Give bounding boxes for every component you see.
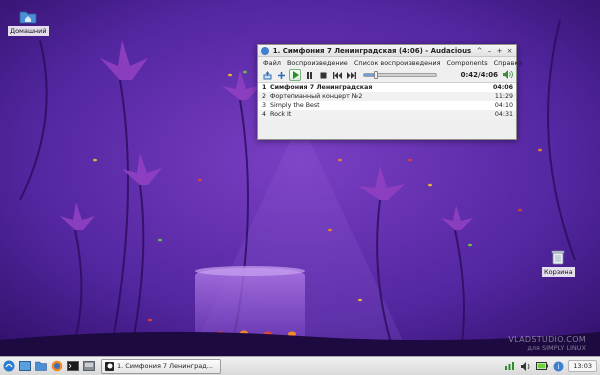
- previous-icon: [332, 71, 342, 79]
- time-display: 0:42/4:06: [460, 71, 498, 79]
- taskbar-clock[interactable]: 13:03: [568, 360, 597, 372]
- audacious-window: 1. Симфония 7 Ленинградская (4:06) - Aud…: [257, 44, 522, 140]
- track-title: Симфония 7 Ленинградская: [270, 84, 373, 91]
- launcher-browser[interactable]: [51, 360, 63, 372]
- next-icon: [346, 71, 356, 79]
- playlist-row[interactable]: 1 Симфония 7 Ленинградская 04:06: [258, 83, 516, 92]
- seek-slider[interactable]: [363, 71, 437, 79]
- launcher-show-desktop[interactable]: [19, 360, 31, 372]
- track-title: Rock It: [270, 111, 292, 118]
- playlist-row[interactable]: 2 Фортепианный концерт №2 11:29: [258, 92, 516, 101]
- track-title: Фортепианный концерт №2: [270, 93, 363, 100]
- open-files-button[interactable]: [261, 69, 273, 81]
- watermark-site: VLADSTUDIO.COM: [508, 335, 586, 344]
- track-length: 04:31: [494, 111, 513, 118]
- speaker-icon: [520, 361, 530, 371]
- playlist-row[interactable]: 3 Simply the Best 04:10: [258, 101, 516, 110]
- launcher-file-manager[interactable]: [35, 360, 47, 372]
- settings-icon: [83, 361, 95, 371]
- notifications-tray-icon[interactable]: i: [552, 360, 564, 372]
- open-files-icon: [263, 70, 271, 79]
- notification-icon: i: [553, 361, 564, 371]
- play-icon: [292, 71, 299, 79]
- desktop-icon-home[interactable]: Домашний: [8, 10, 49, 36]
- start-menu-icon: [3, 360, 15, 372]
- menu-components[interactable]: Components: [445, 59, 492, 67]
- network-tray-icon[interactable]: [504, 360, 516, 372]
- wallpaper-watermark: VLADSTUDIO.COM для SIMPLY LINUX: [508, 335, 586, 353]
- maximize-button[interactable]: +: [496, 46, 503, 56]
- stop-button[interactable]: [317, 69, 329, 81]
- menu-playback[interactable]: Воспроизведение: [285, 59, 352, 67]
- track-number: 2: [262, 93, 267, 100]
- launcher-terminal[interactable]: [67, 360, 79, 372]
- network-icon: [505, 362, 515, 370]
- battery-tray-icon[interactable]: [536, 360, 549, 372]
- folder-icon: [19, 11, 37, 24]
- audacious-task-icon: [105, 361, 114, 371]
- next-button[interactable]: [345, 69, 357, 81]
- track-length: 04:10: [494, 102, 513, 109]
- volume-button[interactable]: [503, 70, 513, 80]
- taskbar: 1. Симфония 7 Ленинград... i 13:03: [0, 356, 600, 375]
- battery-icon: [536, 362, 549, 370]
- terminal-icon: [67, 361, 79, 371]
- menu-help[interactable]: Справка: [492, 59, 527, 67]
- add-icon: [277, 71, 285, 79]
- window-titlebar[interactable]: 1. Симфония 7 Ленинградская (4:06) - Aud…: [258, 45, 516, 57]
- playlist: 1 Симфония 7 Ленинградская 04:06 2 Форте…: [258, 83, 516, 119]
- add-files-button[interactable]: [275, 69, 287, 81]
- desktop-icon-label: Корзина: [542, 267, 575, 277]
- menu-playlist[interactable]: Список воспроизведения: [352, 59, 445, 67]
- pause-button[interactable]: [303, 69, 315, 81]
- playlist-row[interactable]: 4 Rock It 04:31: [258, 110, 516, 119]
- minimize-button[interactable]: –: [486, 46, 493, 56]
- menu-file[interactable]: Файл: [261, 59, 285, 67]
- track-number: 4: [262, 111, 267, 118]
- svg-text:i: i: [557, 363, 559, 371]
- menubar: Файл Воспроизведение Список воспроизведе…: [258, 57, 522, 68]
- play-button[interactable]: [289, 69, 301, 81]
- task-label: 1. Симфония 7 Ленинград...: [117, 362, 213, 370]
- seek-handle[interactable]: [374, 71, 379, 79]
- track-title: Simply the Best: [270, 102, 320, 109]
- audacious-app-icon[interactable]: [261, 47, 269, 55]
- keep-above-button[interactable]: ^: [476, 46, 483, 56]
- start-menu-button[interactable]: [3, 360, 15, 372]
- stop-icon: [320, 72, 326, 78]
- track-number: 1: [262, 84, 267, 91]
- watermark-caption: для SIMPLY LINUX: [527, 344, 586, 352]
- launcher-settings[interactable]: [83, 360, 95, 372]
- volume-icon: [503, 70, 513, 79]
- trash-icon: [552, 250, 565, 265]
- close-button[interactable]: ×: [506, 46, 513, 56]
- volume-tray-icon[interactable]: [520, 360, 532, 372]
- browser-icon: [51, 360, 63, 372]
- previous-button[interactable]: [331, 69, 343, 81]
- player-toolbar: 0:42/4:06: [258, 68, 516, 83]
- track-length: 04:06: [492, 84, 513, 91]
- show-desktop-icon: [19, 361, 31, 371]
- track-number: 3: [262, 102, 267, 109]
- folder-icon: [35, 361, 47, 371]
- desktop-icon-label: Домашний: [8, 26, 49, 36]
- pause-icon: [306, 71, 312, 79]
- desktop-icon-trash[interactable]: Корзина: [542, 249, 575, 277]
- taskbar-audacious-task[interactable]: 1. Симфония 7 Ленинград...: [101, 358, 221, 374]
- track-length: 11:29: [494, 93, 513, 100]
